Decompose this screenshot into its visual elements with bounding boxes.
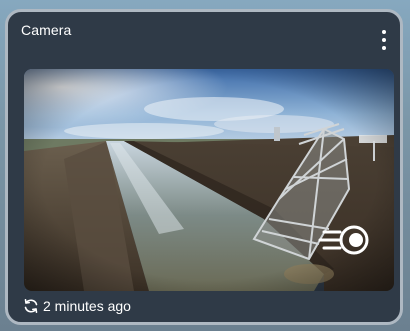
updated-text: 2 minutes ago [43, 298, 131, 314]
more-vertical-icon[interactable] [376, 28, 392, 56]
camera-card: Camera 2 minutes ago [5, 9, 403, 325]
camera-feed-image[interactable] [24, 69, 394, 291]
refresh-icon[interactable] [23, 298, 39, 314]
card-title: Camera [21, 22, 72, 38]
fast-forward-circle-icon[interactable] [318, 223, 372, 257]
last-updated: 2 minutes ago [23, 296, 131, 316]
